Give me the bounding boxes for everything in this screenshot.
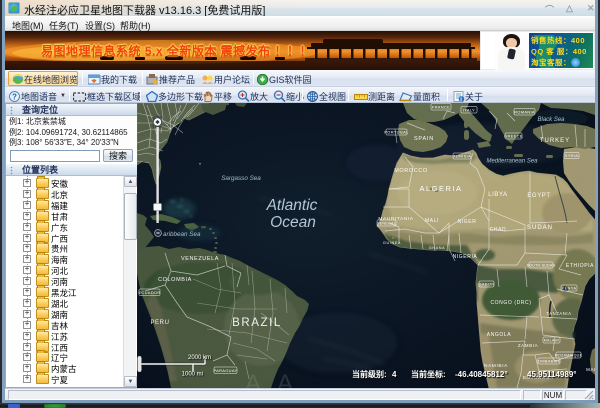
svg-text:?: ? — [12, 93, 17, 102]
